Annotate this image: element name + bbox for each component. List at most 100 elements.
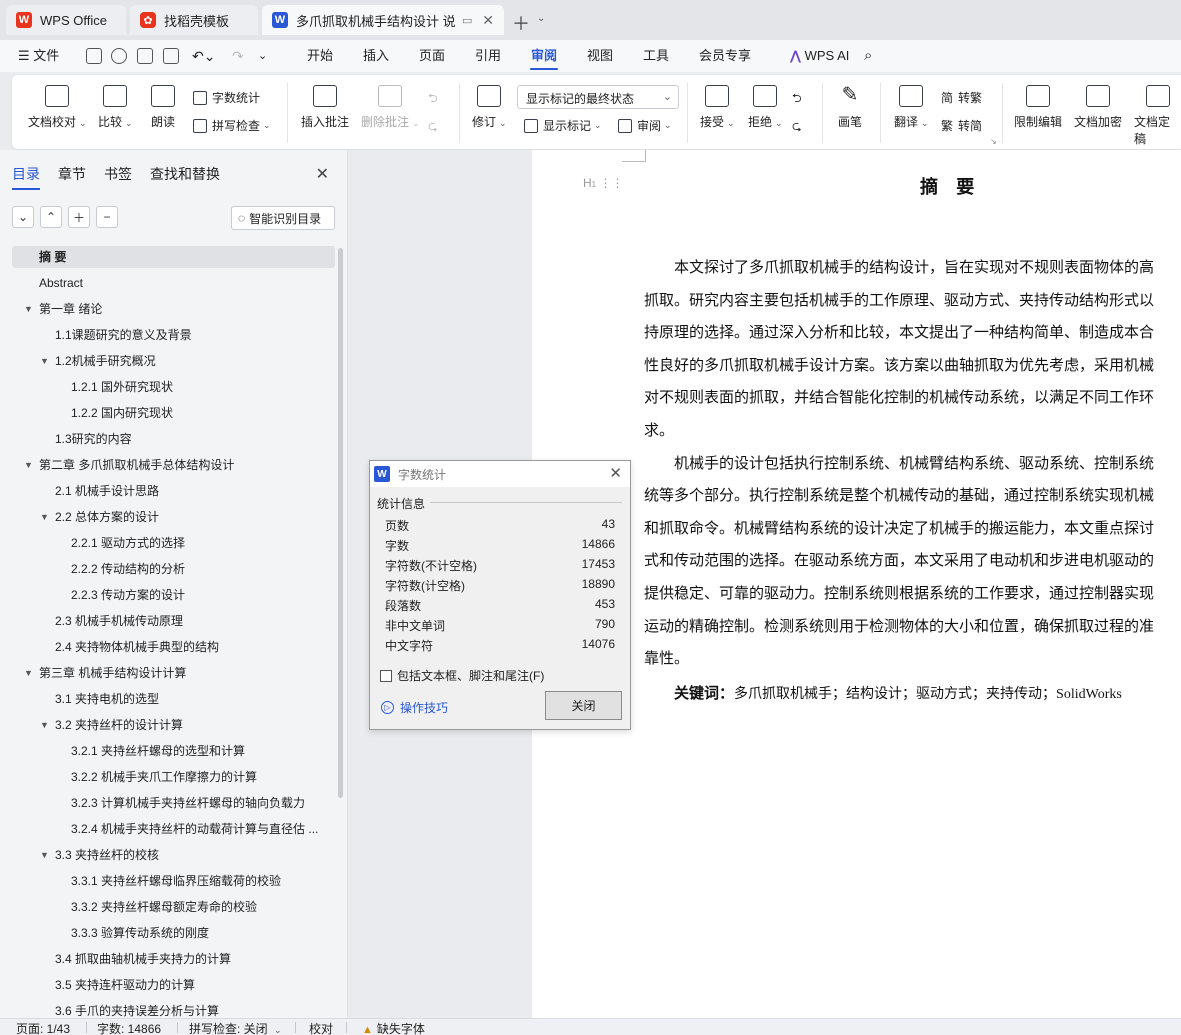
markup-state-select[interactable]: 显示标记的最终状态 ⌄ bbox=[517, 85, 679, 109]
accept-button[interactable]: 接受 ⌄ bbox=[700, 85, 735, 130]
close-icon[interactable]: ✕ bbox=[609, 464, 622, 482]
expand-caret-icon[interactable]: ▼ bbox=[40, 720, 49, 730]
to-simplified-button[interactable]: 繁转简 bbox=[941, 117, 982, 134]
tab-document[interactable]: W 多爪抓取机械手结构设计 说明 ▭ ✕ bbox=[262, 5, 504, 35]
toc-item[interactable]: 3.3.1 夹持丝杆螺母临界压缩载荷的校验 bbox=[71, 870, 327, 892]
tips-link[interactable]: ▷ 操作技巧 bbox=[381, 699, 448, 716]
spell-check-button[interactable]: 拼写检查 ⌄ bbox=[193, 117, 271, 134]
toc-item[interactable]: 3.3.2 夹持丝杆螺母额定寿命的校验 bbox=[71, 896, 327, 918]
menu-reference[interactable]: 引用 bbox=[468, 40, 508, 72]
tab-docer[interactable]: ✿ 找稻壳模板 bbox=[130, 5, 258, 35]
reject-button[interactable]: 拒绝 ⌄ bbox=[748, 85, 783, 130]
next-change-icon[interactable]: ⮎ bbox=[792, 117, 802, 138]
show-markup-button[interactable]: 显示标记 ⌄ bbox=[524, 117, 602, 134]
menu-home[interactable]: 开始 bbox=[300, 40, 340, 72]
expand-caret-icon[interactable]: ▼ bbox=[40, 850, 49, 860]
to-traditional-button[interactable]: 简转繁 bbox=[941, 89, 982, 106]
close-button[interactable]: 关闭 bbox=[545, 691, 622, 720]
menu-member[interactable]: 会员专享 bbox=[694, 40, 756, 72]
toc-item[interactable]: 2.2 总体方案的设计 bbox=[55, 506, 327, 528]
toc-item[interactable]: 1.2.2 国内研究现状 bbox=[71, 402, 327, 424]
print-icon[interactable] bbox=[137, 48, 153, 64]
menu-view[interactable]: 视图 bbox=[580, 40, 620, 72]
toc-item[interactable]: 1.2.1 国外研究现状 bbox=[71, 376, 327, 398]
toc-item[interactable]: 摘 要 bbox=[12, 246, 335, 268]
spell-check-status[interactable]: 拼写检查: 关闭 ⌄ bbox=[189, 1020, 282, 1035]
finalize-button[interactable]: 文档定稿 bbox=[1134, 85, 1181, 147]
prev-change-icon[interactable]: ⮌ bbox=[792, 89, 802, 110]
toc-item[interactable]: 第一章 绪论 bbox=[39, 298, 327, 320]
checkbox[interactable] bbox=[380, 669, 392, 682]
menu-insert[interactable]: 插入 bbox=[356, 40, 396, 72]
menu-tools[interactable]: 工具 bbox=[636, 40, 676, 72]
missing-font-status[interactable]: ▲ 缺失字体 bbox=[362, 1020, 425, 1035]
toc-item[interactable]: 2.2.3 传动方案的设计 bbox=[71, 584, 327, 606]
expand-caret-icon[interactable]: ▼ bbox=[24, 668, 33, 678]
expand-dialog-icon[interactable]: ↘ bbox=[990, 137, 997, 146]
toc-item[interactable]: 3.2.2 机械手夹爪工作摩擦力的计算 bbox=[71, 766, 327, 788]
toc-item[interactable]: 2.2.1 驱动方式的选择 bbox=[71, 532, 327, 554]
chevron-down-icon[interactable]: ⌄ bbox=[537, 13, 545, 24]
delete-comment-button[interactable]: 删除批注 ⌄ bbox=[361, 85, 420, 130]
close-icon[interactable]: ✕ bbox=[316, 164, 329, 184]
toc-item[interactable]: 3.2.4 机械手夹持丝杆的动载荷计算与直径估 ... bbox=[71, 818, 327, 840]
menu-page[interactable]: 页面 bbox=[412, 40, 452, 72]
compare-button[interactable]: 比较 ⌄ bbox=[98, 85, 133, 130]
toc-item[interactable]: 2.3 机械手机械传动原理 bbox=[55, 610, 327, 632]
insert-comment-button[interactable]: 插入批注 bbox=[301, 85, 349, 130]
restrict-edit-button[interactable]: 限制编辑 bbox=[1014, 85, 1062, 130]
collapse-icon[interactable]: ⌃ bbox=[40, 206, 62, 228]
expand-caret-icon[interactable]: ▼ bbox=[24, 460, 33, 470]
toc-item[interactable]: 2.1 机械手设计思路 bbox=[55, 480, 327, 502]
expand-caret-icon[interactable]: ▼ bbox=[40, 512, 49, 522]
toc-item[interactable]: 3.2 夹持丝杆的设计计算 bbox=[55, 714, 327, 736]
next-comment-icon[interactable]: ⮎ bbox=[428, 117, 438, 138]
more-chevron-icon[interactable]: ⌄ bbox=[258, 40, 267, 72]
add-icon[interactable]: ＋ bbox=[68, 206, 90, 228]
pen-button[interactable]: ✎ 画笔 bbox=[838, 85, 862, 130]
toc-item[interactable]: 1.2机械手研究概况 bbox=[55, 350, 327, 372]
toc-item[interactable]: 3.5 夹持连杆驱动力的计算 bbox=[55, 974, 327, 996]
toc-item[interactable]: 3.2.3 计算机械手夹持丝杆螺母的轴向负载力 bbox=[71, 792, 327, 814]
toc-item[interactable]: 3.4 抓取曲轴机械手夹持力的计算 bbox=[55, 948, 327, 970]
toc-item[interactable]: 1.1课题研究的意义及背景 bbox=[55, 324, 327, 346]
toc-item[interactable]: 第三章 机械手结构设计计算 bbox=[39, 662, 327, 684]
tab-find-replace[interactable]: 查找和替换 bbox=[150, 164, 220, 190]
toc-item[interactable]: 3.2.1 夹持丝杆螺母的选型和计算 bbox=[71, 740, 327, 762]
close-tab-icon[interactable]: ✕ bbox=[482, 12, 494, 29]
tab-wps-office[interactable]: W WPS Office bbox=[6, 5, 126, 35]
toc-item[interactable]: 2.2.2 传动结构的分析 bbox=[71, 558, 327, 580]
encrypt-button[interactable]: 文档加密 bbox=[1074, 85, 1122, 130]
word-count-indicator[interactable]: 字数: 14866 bbox=[97, 1020, 161, 1035]
review-pane-button[interactable]: 审阅 ⌄ bbox=[618, 117, 672, 134]
heading-handle-icon[interactable]: H1 ⋮⋮ bbox=[583, 176, 623, 190]
file-menu[interactable]: ☰ 文件 bbox=[18, 40, 59, 72]
read-aloud-button[interactable]: 朗读 bbox=[151, 85, 175, 130]
toc-item[interactable]: Abstract bbox=[39, 272, 327, 294]
save-icon[interactable] bbox=[86, 48, 102, 64]
menu-review[interactable]: 审阅 bbox=[524, 40, 564, 72]
toc-item[interactable]: 3.3 夹持丝杆的校核 bbox=[55, 844, 327, 866]
include-footnotes-checkbox[interactable]: 包括文本框、脚注和尾注(F) bbox=[380, 667, 544, 684]
proofread-status[interactable]: 校对 bbox=[309, 1020, 333, 1035]
redo-icon[interactable]: ↷ bbox=[232, 40, 244, 72]
tab-chapters[interactable]: 章节 bbox=[58, 164, 86, 190]
share-icon[interactable] bbox=[111, 48, 127, 64]
search-icon[interactable]: ⌕ bbox=[864, 40, 872, 72]
wps-ai-button[interactable]: ⋀ WPS AI bbox=[790, 40, 849, 72]
word-count-button[interactable]: 字数统计 bbox=[193, 89, 260, 106]
page-indicator[interactable]: 页面: 1/43 bbox=[16, 1020, 70, 1035]
toc-item[interactable]: 1.3研究的内容 bbox=[55, 428, 327, 450]
expand-caret-icon[interactable]: ▼ bbox=[24, 304, 33, 314]
undo-icon[interactable]: ↶⌄ bbox=[192, 40, 215, 72]
remove-icon[interactable]: − bbox=[96, 206, 118, 228]
toc-item[interactable]: 3.3.3 验算传动系统的刚度 bbox=[71, 922, 327, 944]
window-icon[interactable]: ▭ bbox=[462, 14, 472, 27]
doc-check-button[interactable]: 文档校对 ⌄ bbox=[28, 85, 87, 130]
print-preview-icon[interactable] bbox=[163, 48, 179, 64]
track-changes-button[interactable]: 修订 ⌄ bbox=[472, 85, 507, 130]
toc-item[interactable]: 第二章 多爪抓取机械手总体结构设计 bbox=[39, 454, 327, 476]
expand-caret-icon[interactable]: ▼ bbox=[40, 356, 49, 366]
tab-bookmarks[interactable]: 书签 bbox=[104, 164, 132, 190]
smart-toc-button[interactable]: ◌ 智能识别目录 bbox=[231, 206, 335, 230]
